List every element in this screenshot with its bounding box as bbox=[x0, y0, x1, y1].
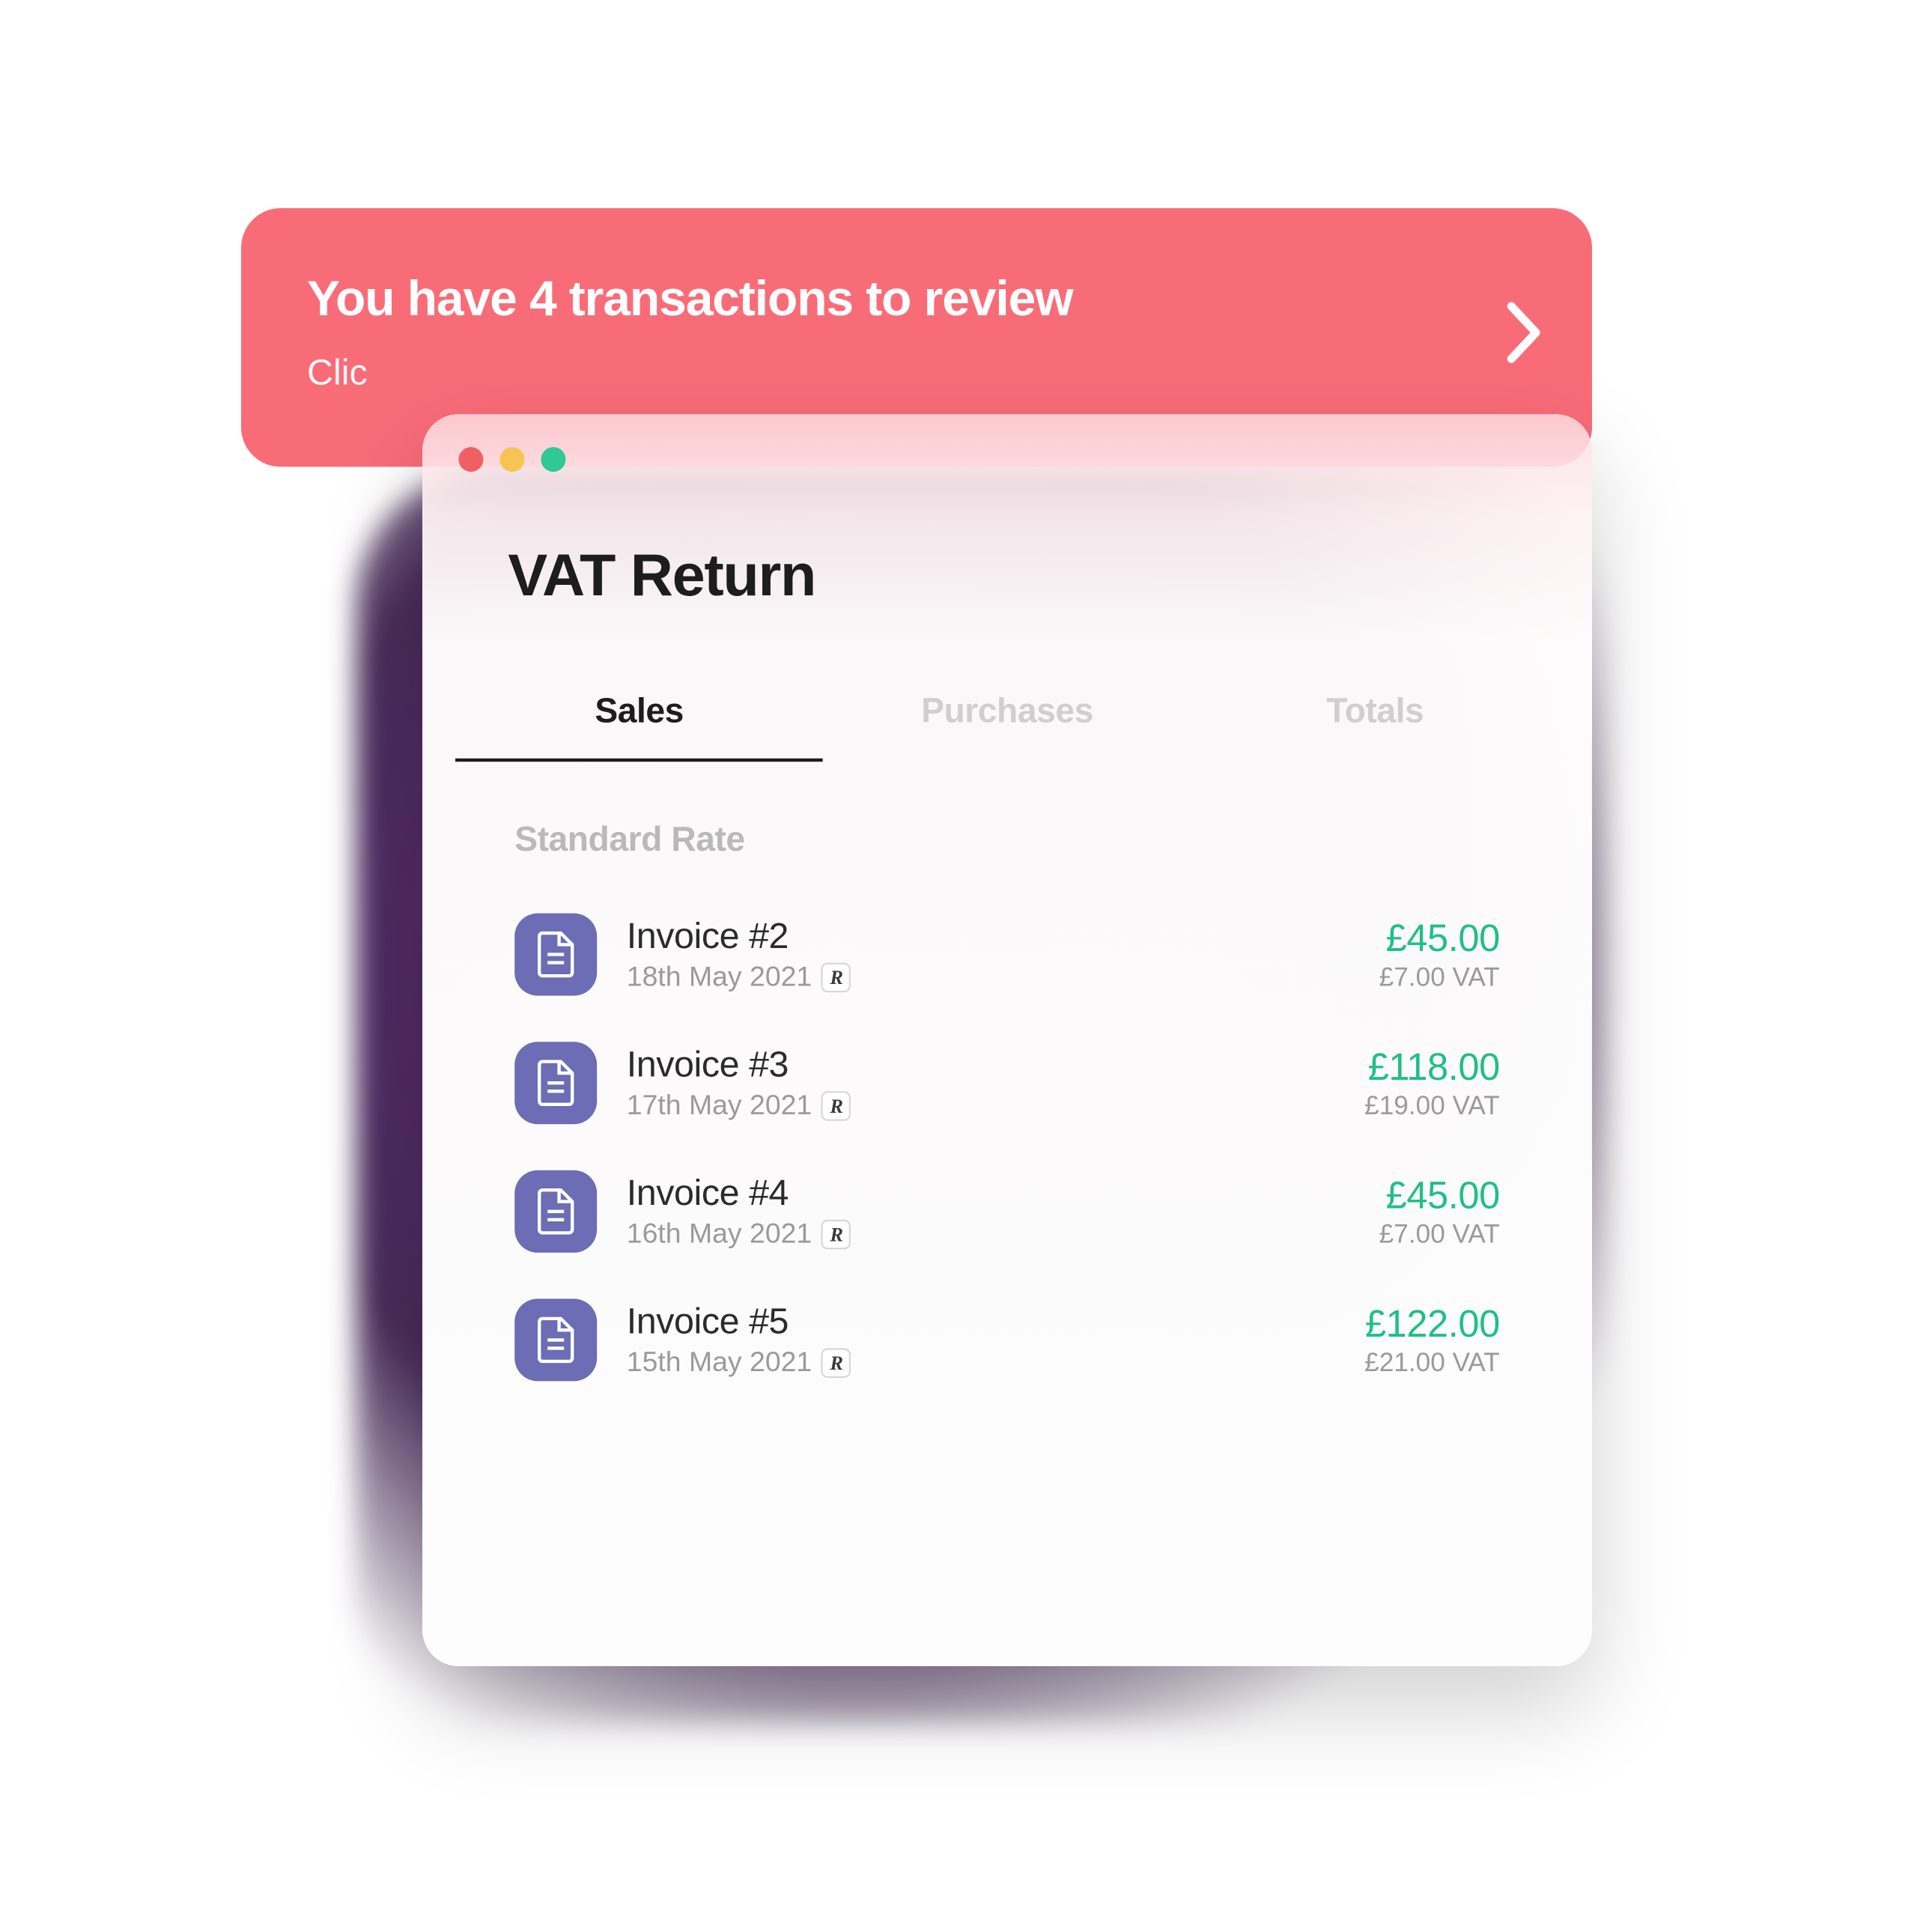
minimize-icon[interactable] bbox=[499, 447, 524, 472]
provider-badge-icon: R bbox=[821, 963, 851, 993]
invoice-amount: £45.00 bbox=[1379, 1173, 1500, 1217]
invoice-date: 18th May 2021 bbox=[627, 961, 812, 994]
invoice-title: Invoice #3 bbox=[627, 1043, 1335, 1086]
invoice-amount: £122.00 bbox=[1364, 1301, 1500, 1346]
list-item[interactable]: Invoice #2 18th May 2021 R £45.00 £7.00 … bbox=[495, 890, 1519, 1019]
invoice-amount: £45.00 bbox=[1379, 916, 1500, 960]
invoice-vat: £7.00 VAT bbox=[1379, 1221, 1500, 1251]
invoice-date: 16th May 2021 bbox=[627, 1218, 812, 1251]
review-banner-subtitle: Clic bbox=[307, 350, 1460, 393]
list-item[interactable]: Invoice #3 17th May 2021 R £118.00 £19.0… bbox=[495, 1018, 1519, 1147]
invoice-date: 17th May 2021 bbox=[627, 1090, 812, 1123]
tab-totals[interactable]: Totals bbox=[1191, 669, 1559, 762]
invoice-amount: £118.00 bbox=[1364, 1045, 1500, 1089]
invoice-title: Invoice #5 bbox=[627, 1301, 1335, 1343]
invoice-vat: £21.00 VAT bbox=[1364, 1349, 1500, 1379]
vat-return-window: VAT Return Sales Purchases Totals Standa… bbox=[422, 414, 1592, 1666]
close-icon[interactable] bbox=[458, 447, 483, 472]
invoice-title: Invoice #4 bbox=[627, 1172, 1349, 1215]
list-item[interactable]: Invoice #5 15th May 2021 R £122.00 £21.0… bbox=[495, 1276, 1519, 1405]
window-title: VAT Return bbox=[422, 472, 1592, 640]
provider-badge-icon: R bbox=[821, 1220, 851, 1250]
tab-purchases[interactable]: Purchases bbox=[823, 669, 1191, 762]
document-icon bbox=[514, 1170, 597, 1253]
tabs: Sales Purchases Totals bbox=[422, 640, 1592, 762]
invoice-vat: £19.00 VAT bbox=[1364, 1092, 1500, 1122]
list-item[interactable]: Invoice #4 16th May 2021 R £45.00 £7.00 … bbox=[495, 1147, 1519, 1276]
zoom-icon[interactable] bbox=[541, 447, 565, 472]
invoice-title: Invoice #2 bbox=[627, 915, 1349, 958]
section-label: Standard Rate bbox=[422, 762, 1592, 884]
invoice-vat: £7.00 VAT bbox=[1379, 964, 1500, 994]
invoice-list: Invoice #2 18th May 2021 R £45.00 £7.00 … bbox=[422, 884, 1592, 1404]
provider-badge-icon: R bbox=[821, 1091, 851, 1121]
provider-badge-icon: R bbox=[821, 1348, 851, 1378]
review-banner-title: You have 4 transactions to review bbox=[307, 267, 1164, 334]
tab-sales[interactable]: Sales bbox=[455, 669, 823, 762]
document-icon bbox=[514, 1042, 597, 1124]
window-traffic-lights bbox=[422, 414, 1592, 472]
chevron-right-icon bbox=[1503, 300, 1546, 374]
document-icon bbox=[514, 1298, 597, 1381]
invoice-date: 15th May 2021 bbox=[627, 1346, 812, 1379]
document-icon bbox=[514, 914, 597, 996]
